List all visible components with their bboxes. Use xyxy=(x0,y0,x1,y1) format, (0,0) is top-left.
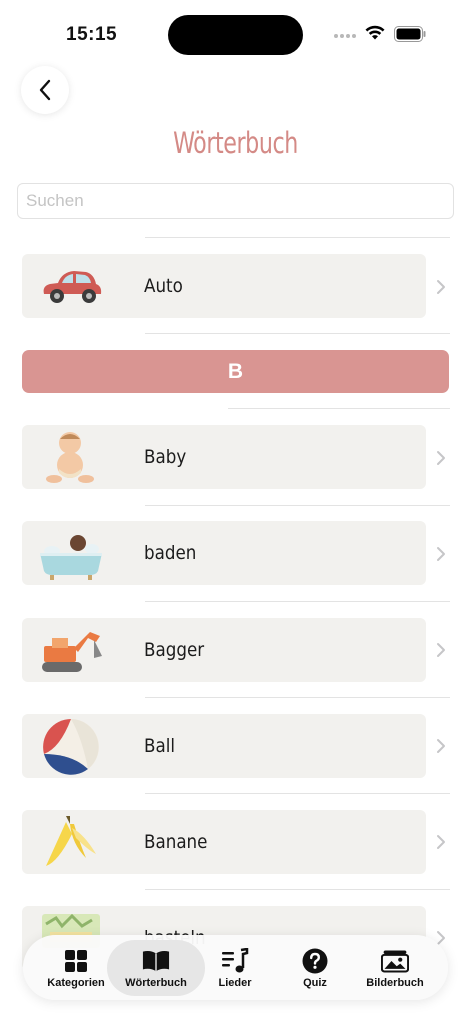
status-time: 15:15 xyxy=(66,24,118,45)
back-button[interactable] xyxy=(21,66,69,114)
beach-ball-icon xyxy=(43,719,99,775)
divider xyxy=(145,793,450,794)
tab-lieder[interactable]: Lieder xyxy=(205,940,265,996)
music-note-icon xyxy=(221,947,249,975)
grid-icon xyxy=(62,947,90,975)
chevron-right-icon xyxy=(437,451,445,465)
wifi-icon xyxy=(365,25,385,40)
divider xyxy=(145,889,450,890)
tab-quiz[interactable]: Quiz xyxy=(285,940,345,996)
divider xyxy=(145,237,450,238)
divider xyxy=(145,505,450,506)
chevron-right-icon xyxy=(437,643,445,657)
chevron-right-icon xyxy=(437,547,445,561)
list-item-bagger[interactable]: Bagger xyxy=(22,618,426,682)
book-icon xyxy=(142,947,170,975)
chevron-right-icon xyxy=(437,835,445,849)
tab-label: Wörterbuch xyxy=(125,977,187,989)
section-header: B xyxy=(22,350,449,393)
tab-bilderbuch[interactable]: Bilderbuch xyxy=(359,940,431,996)
list-item-label: Ball xyxy=(144,735,176,757)
bathtub-icon xyxy=(40,535,102,580)
tab-label: Bilderbuch xyxy=(366,977,424,989)
tab-label: Lieder xyxy=(218,977,252,989)
list-item-banane[interactable]: Banane xyxy=(22,810,426,874)
list-item-label: Bagger xyxy=(144,639,205,661)
list-item-auto[interactable]: Auto xyxy=(22,254,426,318)
divider xyxy=(228,408,450,409)
chevron-right-icon xyxy=(437,280,445,294)
divider xyxy=(145,333,450,334)
list-item-label: Banane xyxy=(144,831,208,853)
list-item-label: baden xyxy=(144,542,197,564)
list-item-ball[interactable]: Ball xyxy=(22,714,426,778)
dynamic-island xyxy=(168,15,303,55)
search-input[interactable] xyxy=(17,183,454,219)
tab-bar: Kategorien Wörterbuch Lieder Quiz Bilder… xyxy=(23,935,448,1000)
list-item-label: Auto xyxy=(144,275,183,297)
chevron-left-icon xyxy=(39,79,51,101)
divider xyxy=(145,601,450,602)
list-item-label: Baby xyxy=(144,446,187,468)
photo-album-icon xyxy=(381,947,409,975)
page-title: Wörterbuch xyxy=(173,126,298,160)
tab-woerterbuch[interactable]: Wörterbuch xyxy=(107,940,205,996)
baby-icon xyxy=(46,432,94,483)
chevron-right-icon xyxy=(437,739,445,753)
list-item-baby[interactable]: Baby xyxy=(22,425,426,489)
toy-car-icon xyxy=(43,271,102,303)
list-item-baden[interactable]: baden xyxy=(22,521,426,585)
question-icon xyxy=(301,947,329,975)
tab-label: Quiz xyxy=(303,977,327,989)
excavator-icon xyxy=(42,632,102,672)
tab-label: Kategorien xyxy=(47,977,105,989)
divider xyxy=(145,697,450,698)
status-bar: 15:15 xyxy=(0,0,471,60)
cellular-signal-icon xyxy=(334,34,356,38)
battery-icon xyxy=(394,26,426,42)
banana-icon xyxy=(46,816,96,866)
